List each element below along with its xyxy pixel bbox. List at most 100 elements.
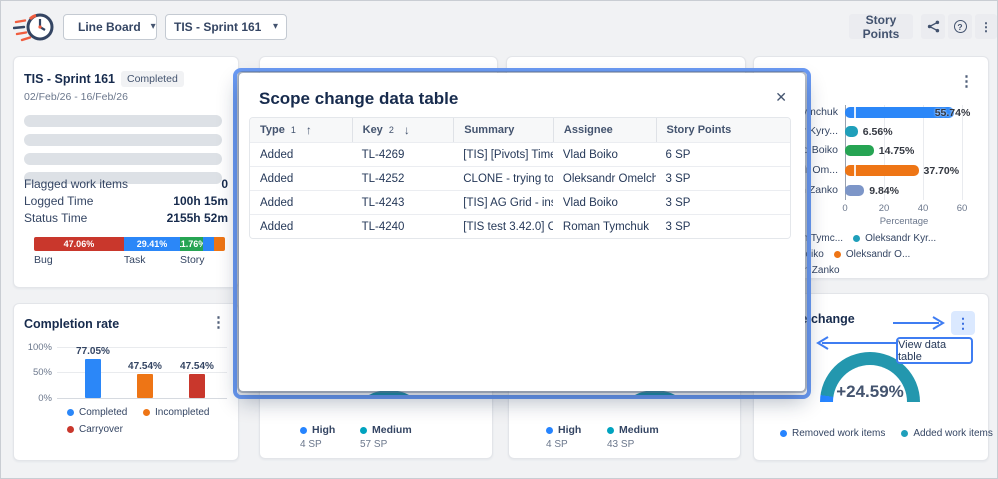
legend-item[interactable]: Incompleted bbox=[143, 407, 209, 418]
table-cell: 6 SP bbox=[665, 148, 691, 161]
legend-item[interactable]: Removed work items bbox=[780, 428, 885, 439]
legend-value: 4 SP bbox=[546, 439, 568, 450]
skeleton-bar bbox=[24, 115, 222, 127]
legend-row: Medium bbox=[360, 424, 412, 436]
legend-label: Oleksandr Kyr... bbox=[865, 233, 937, 244]
table-cell: 3 SP bbox=[665, 196, 691, 209]
gridline bbox=[923, 105, 924, 200]
workload-bar bbox=[845, 185, 865, 196]
scope-menu-button-highlighted[interactable]: ⋮ bbox=[951, 311, 975, 335]
legend-dot bbox=[780, 430, 787, 437]
hidden-donut-arc bbox=[619, 390, 691, 399]
legend-item[interactable]: Added work items bbox=[901, 428, 993, 439]
stopwatch-logo-icon bbox=[12, 13, 54, 42]
view-data-table-tooltip[interactable]: View data table bbox=[896, 337, 973, 364]
legend-item[interactable]: Completed bbox=[67, 407, 133, 418]
column-header-key[interactable]: Key 2 ↓ bbox=[351, 118, 454, 142]
y-tick: 0% bbox=[38, 393, 52, 404]
legend-item[interactable]: Oleksandr O... bbox=[833, 249, 911, 260]
sprint-select[interactable]: TIS - Sprint 161 ▾ bbox=[165, 14, 287, 40]
table-cell: TL-4252 bbox=[361, 172, 405, 185]
legend-row: High bbox=[546, 424, 581, 436]
table-row: Added TL-4240 [TIS test 3.42.0] Calend... R… bbox=[250, 214, 790, 238]
skeleton-bar bbox=[24, 153, 222, 165]
annotation-arrow-left-icon bbox=[816, 336, 896, 350]
board-select[interactable]: Line Board ▾ bbox=[63, 14, 157, 40]
work-type-label: Bug bbox=[34, 254, 53, 266]
stat-row: Status Time 2155h 52m bbox=[24, 211, 228, 225]
work-type-segment: 11.76% bbox=[180, 237, 203, 251]
stat-row: Logged Time 100h 15m bbox=[24, 194, 228, 208]
legend-label: Oleksandr O... bbox=[845, 249, 911, 260]
legend-dot bbox=[67, 426, 74, 433]
workload-bar-value: 55.74% bbox=[934, 107, 971, 119]
x-tick: 40 bbox=[917, 203, 929, 214]
scope-change-modal: Scope change data table ✕ Type 1 ↑ Key 2 ↓ Sum… bbox=[239, 73, 805, 391]
legend-item[interactable]: Medium 57 SP bbox=[360, 424, 412, 450]
column-header-type[interactable]: Type 1 ↑ bbox=[250, 118, 352, 142]
y-tick: 50% bbox=[32, 367, 52, 378]
legend-dot bbox=[300, 426, 307, 434]
legend-label: Incompleted bbox=[155, 407, 210, 418]
stat-value: 2155h 52m bbox=[166, 211, 228, 225]
column-header-summary[interactable]: Summary bbox=[453, 118, 553, 142]
completion-bar bbox=[85, 358, 101, 398]
table-cell: Vlad Boiko bbox=[562, 148, 618, 161]
table-row: Added TL-4252 CLONE - trying to creat... Ol… bbox=[250, 166, 790, 190]
table-cell: Vlad Boiko bbox=[562, 196, 618, 209]
legend-item[interactable]: Medium 43 SP bbox=[607, 424, 659, 450]
header-menu-button[interactable]: ⋮ bbox=[975, 14, 997, 39]
skeleton-bar bbox=[24, 134, 222, 146]
table-header-row: Type 1 ↑ Key 2 ↓ Summary Assignee Story Points bbox=[250, 118, 790, 142]
table-cell: [TIS] [Pivots] Time in st... bbox=[463, 148, 553, 161]
column-label: Story Points bbox=[666, 124, 732, 136]
table-body: Added TL-4269 [TIS] [Pivots] Time in st...… bbox=[250, 142, 790, 238]
help-button[interactable]: ? bbox=[948, 14, 972, 39]
legend-item[interactable]: High 4 SP bbox=[300, 424, 335, 450]
story-points-button[interactable]: Story Points bbox=[849, 13, 913, 41]
sprint-date-range: 02/Feb/26 - 16/Feb/26 bbox=[24, 91, 128, 103]
table-cell: Added bbox=[260, 220, 294, 233]
sort-desc-icon: ↓ bbox=[403, 123, 410, 137]
board-select-label: Line Board bbox=[78, 20, 141, 34]
app-logo bbox=[12, 7, 57, 49]
close-icon[interactable]: ✕ bbox=[775, 89, 787, 105]
column-header-assignee[interactable]: Assignee bbox=[552, 118, 656, 142]
table-cell: [TIS] AG Grid - install lic... bbox=[463, 196, 553, 209]
table-row: Added TL-4269 [TIS] [Pivots] Time in st...… bbox=[250, 142, 790, 166]
legend-row: High bbox=[300, 424, 335, 436]
legend-label: Carryover bbox=[79, 424, 123, 435]
legend-item[interactable]: Oleksandr Kyr... bbox=[853, 233, 936, 244]
legend-item[interactable]: High 4 SP bbox=[546, 424, 581, 450]
x-axis-label: Percentage bbox=[879, 216, 929, 227]
legend-item[interactable]: Carryover bbox=[67, 424, 133, 435]
column-label: Summary bbox=[464, 124, 515, 136]
legend-value: 57 SP bbox=[360, 439, 388, 450]
workload-bar-value: 14.75% bbox=[878, 145, 915, 157]
workload-bar-value: 6.56% bbox=[862, 126, 893, 138]
stat-label: Flagged work items bbox=[24, 177, 129, 191]
share-icon bbox=[927, 20, 939, 33]
bar-notch bbox=[854, 107, 856, 118]
legend-dot bbox=[67, 409, 74, 416]
column-header-story-points[interactable]: Story Points bbox=[655, 118, 790, 142]
annotation-arrow-right-icon bbox=[893, 316, 945, 330]
legend-label: Medium bbox=[619, 424, 659, 436]
table-cell: Roman Tymchuk bbox=[562, 220, 649, 233]
completion-rate-panel: Completion rate ⋮ 100% 50% 0% 77.05% 47.5… bbox=[13, 303, 239, 461]
work-type-label: Task bbox=[123, 254, 146, 266]
table-cell: CLONE - trying to creat... bbox=[463, 172, 553, 185]
table-cell: Added bbox=[260, 196, 294, 209]
help-icon: ? bbox=[953, 20, 967, 33]
legend-value: 4 SP bbox=[300, 439, 322, 450]
sort-index: 1 bbox=[290, 125, 296, 135]
scope-legend: Removed work items Added work items bbox=[780, 428, 993, 439]
legend-label: Completed bbox=[79, 407, 128, 418]
completion-menu-button[interactable]: ⋮ bbox=[211, 315, 226, 330]
share-button[interactable] bbox=[921, 14, 945, 39]
completion-legend: Completed Incompleted Carryover bbox=[67, 407, 209, 435]
status-badge: Completed bbox=[121, 71, 184, 87]
work-type-segment: 47.06% bbox=[34, 237, 124, 251]
workload-menu-button[interactable]: ⋮ bbox=[959, 74, 974, 89]
sprint-select-label: TIS - Sprint 161 bbox=[174, 20, 262, 34]
